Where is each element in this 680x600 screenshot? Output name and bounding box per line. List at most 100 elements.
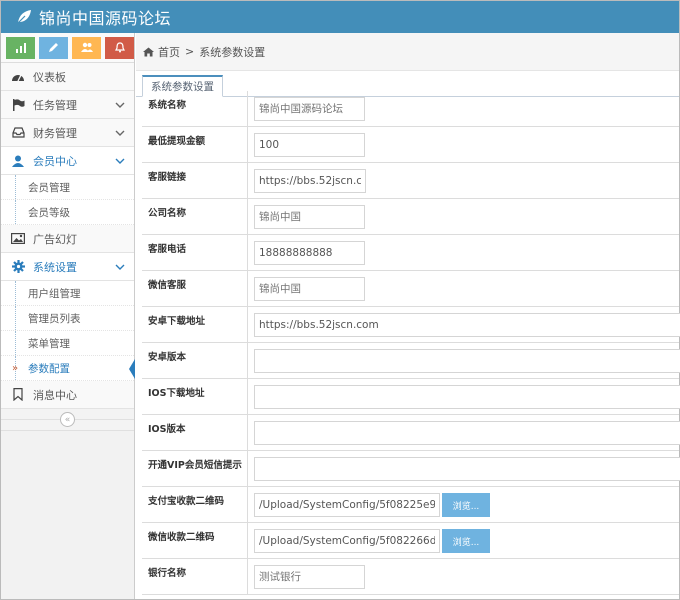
shortcut-users-button[interactable] (72, 36, 101, 59)
field-label: 安卓版本 (142, 343, 248, 378)
form-row-android-version: 安卓版本 (142, 343, 680, 379)
pencil-icon (49, 43, 58, 52)
users-icon (80, 42, 93, 52)
form-row-wechat-service: 微信客服 (142, 271, 679, 307)
tachometer-icon (11, 70, 25, 84)
nav-item-message-center[interactable]: 消息中心 (1, 381, 134, 409)
sidebar: 仪表板 任务管理 财务管理 会员中心 会员管理 会员等级 广告幻灯 系统设置 用… (1, 33, 135, 599)
breadcrumb-current: 系统参数设置 (199, 45, 266, 59)
wechat-qr-browse-button[interactable]: 浏览... (442, 529, 490, 553)
sub-label: 会员管理 (28, 181, 70, 194)
sub-item-menu-manage[interactable]: 菜单管理 (1, 331, 134, 356)
nav-item-finance[interactable]: 财务管理 (1, 119, 134, 147)
form-row-service-phone: 客服电话 (142, 235, 679, 271)
breadcrumb-home-link[interactable]: 首页 (158, 44, 180, 60)
field-label: IOS版本 (142, 415, 248, 450)
nav-label: 仪表板 (33, 70, 66, 84)
service-phone-input[interactable] (254, 241, 365, 265)
sub-label: 参数配置 (28, 362, 70, 375)
vip-sms-input[interactable] (254, 457, 680, 481)
company-name-input[interactable] (254, 205, 365, 229)
min-withdraw-input[interactable] (254, 133, 365, 157)
brand-title[interactable]: 锦尚中国源码论坛 (39, 5, 171, 29)
chevron-down-icon (115, 102, 125, 108)
top-navbar: 锦尚中国源码论坛 (1, 1, 679, 33)
sub-label: 会员等级 (28, 206, 70, 219)
field-label: 客服链接 (142, 163, 248, 198)
field-label: 微信客服 (142, 271, 248, 306)
bank-name-input[interactable] (254, 565, 365, 589)
sub-item-member-level[interactable]: 会员等级 (1, 200, 134, 225)
form-row-alipay-qr: 支付宝收款二维码 浏览... (142, 487, 679, 523)
field-label: 系统名称 (142, 91, 248, 126)
nav-label: 消息中心 (33, 388, 77, 402)
double-angle-left-icon: « (64, 414, 71, 425)
shortcut-bar (1, 33, 134, 63)
sidebar-collapse-bar: « (1, 409, 134, 431)
form-row-company-name: 公司名称 (142, 199, 679, 235)
nav-label: 任务管理 (33, 98, 77, 112)
chevron-down-icon (115, 264, 125, 270)
nav-label: 系统设置 (33, 260, 77, 274)
sub-label: 管理员列表 (28, 312, 81, 325)
form-row-ios-version: IOS版本 (142, 415, 680, 451)
form-row-service-link: 客服链接 (142, 163, 679, 199)
bookmark-icon (11, 388, 25, 402)
shortcut-signal-button[interactable] (6, 36, 35, 59)
shortcut-edit-button[interactable] (39, 36, 68, 59)
field-label: 支付宝收款二维码 (142, 487, 248, 522)
chevron-down-icon (115, 130, 125, 136)
nav-item-system-settings[interactable]: 系统设置 (1, 253, 134, 281)
nav-label: 会员中心 (33, 154, 77, 168)
settings-form: 系统名称 最低提现金额 客服链接 公司名称 客服电话 微信客服 安卓下载地址 (142, 91, 680, 595)
breadcrumb-separator: > (185, 45, 195, 58)
nav-item-tasks[interactable]: 任务管理 (1, 91, 134, 119)
form-row-system-name: 系统名称 (142, 91, 679, 127)
sub-item-param-config[interactable]: » 参数配置 (1, 356, 135, 381)
bell-icon (114, 42, 125, 53)
ios-url-input[interactable] (254, 385, 680, 409)
home-icon (143, 47, 154, 57)
breadcrumb: 首页 > 系统参数设置 (136, 33, 679, 71)
sub-label: 用户组管理 (28, 287, 81, 300)
chevron-down-icon (115, 158, 125, 164)
field-label: 客服电话 (142, 235, 248, 270)
field-label: 安卓下载地址 (142, 307, 248, 342)
active-indicator (129, 359, 135, 379)
nav-label: 广告幻灯 (33, 232, 77, 246)
sub-label: 菜单管理 (28, 337, 70, 350)
alipay-qr-path-input[interactable] (254, 493, 440, 517)
wechat-qr-path-input[interactable] (254, 529, 440, 553)
form-row-ios-url: IOS下载地址 (142, 379, 680, 415)
form-row-android-url: 安卓下载地址 (142, 307, 680, 343)
nav-item-member-center[interactable]: 会员中心 (1, 147, 134, 175)
field-label: 公司名称 (142, 199, 248, 234)
field-label: 开通VIP会员短信提示 (142, 451, 248, 486)
picture-icon (11, 232, 25, 246)
leaf-icon (15, 8, 33, 26)
alipay-qr-browse-button[interactable]: 浏览... (442, 493, 490, 517)
ios-version-input[interactable] (254, 421, 680, 445)
signal-icon (15, 42, 26, 53)
form-row-wechat-qr: 微信收款二维码 浏览... (142, 523, 679, 559)
android-url-input[interactable] (254, 313, 680, 337)
main-content: 首页 > 系统参数设置 系统参数设置 系统名称 最低提现金额 客服链接 公司名称… (136, 33, 680, 599)
double-angle-right-icon: » (12, 363, 19, 374)
service-link-input[interactable] (254, 169, 366, 193)
nav-item-dashboard[interactable]: 仪表板 (1, 63, 134, 91)
sub-item-user-groups[interactable]: 用户组管理 (1, 281, 134, 306)
user-icon (11, 154, 25, 168)
wechat-service-input[interactable] (254, 277, 365, 301)
sub-item-admin-list[interactable]: 管理员列表 (1, 306, 134, 331)
system-name-input[interactable] (254, 97, 365, 121)
nav-label: 财务管理 (33, 126, 77, 140)
field-label: 最低提现金额 (142, 127, 248, 162)
android-version-input[interactable] (254, 349, 680, 373)
shortcut-cogs-button[interactable] (105, 36, 134, 59)
field-label: IOS下载地址 (142, 379, 248, 414)
sidebar-collapse-button[interactable]: « (60, 412, 75, 427)
sub-item-member-manage[interactable]: 会员管理 (1, 175, 134, 200)
nav-item-ad-slides[interactable]: 广告幻灯 (1, 225, 134, 253)
field-label: 银行名称 (142, 559, 248, 594)
cog-icon (11, 260, 25, 274)
